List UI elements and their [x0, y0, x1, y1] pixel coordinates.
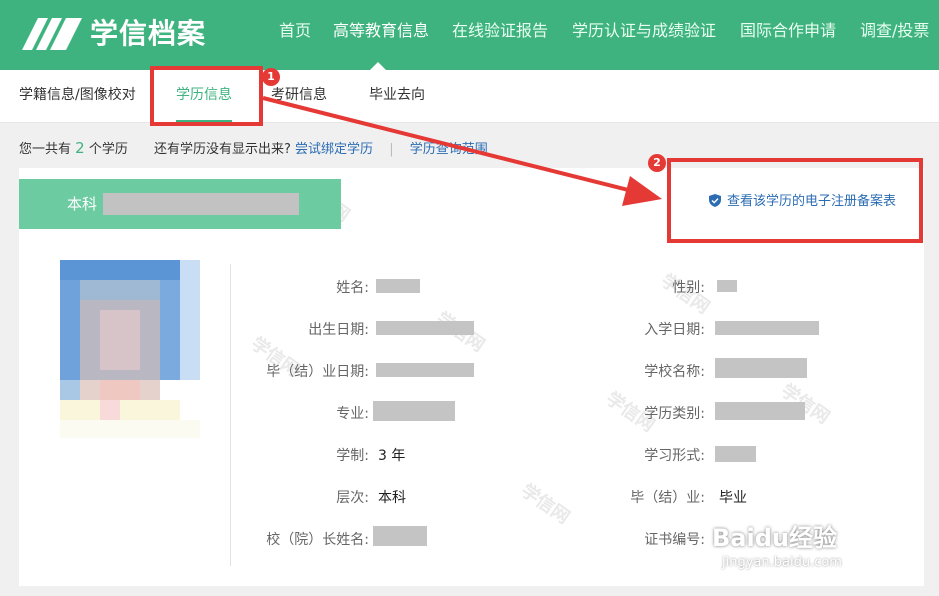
annotation-arrow: [262, 96, 662, 206]
baidu-jingyan-watermark: Baidu经验: [712, 524, 837, 552]
baidu-jingyan-url: jingyan.baidu.com: [722, 555, 842, 570]
